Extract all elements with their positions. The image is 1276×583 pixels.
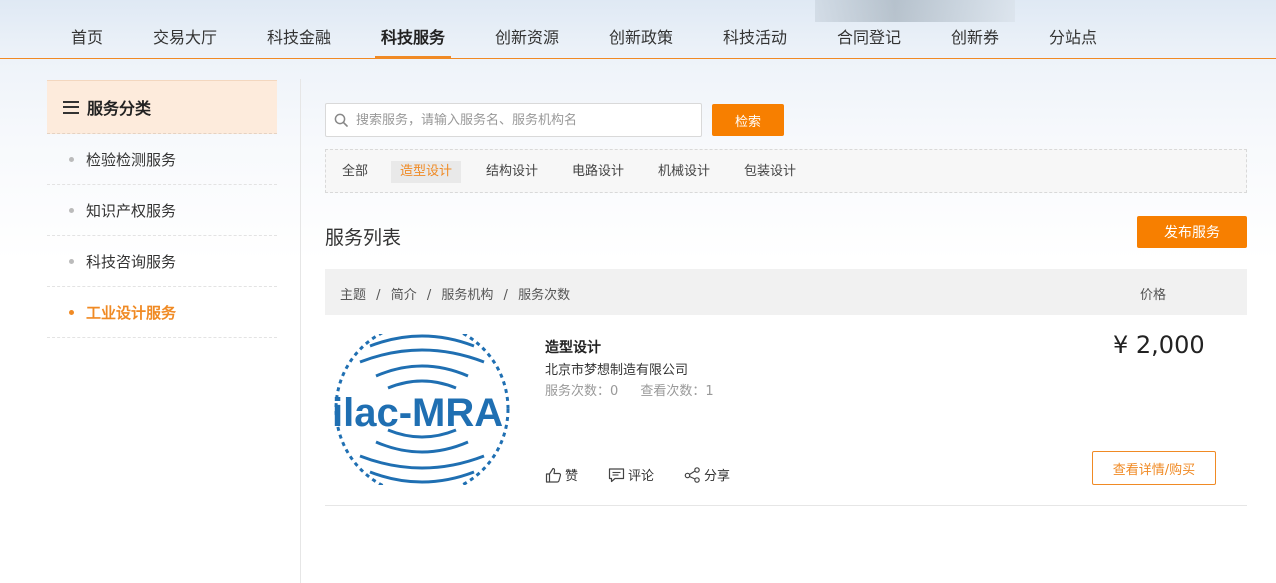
column-separator: / (426, 288, 432, 303)
share-label: 分享 (704, 469, 731, 484)
service-price: ¥ 2,000 (1113, 331, 1205, 359)
thumbs-up-icon (545, 467, 562, 483)
comment-label: 评论 (628, 469, 655, 484)
sidebar: 服务分类 检验检测服务 知识产权服务 科技咨询服务 工业设计服务 (47, 80, 277, 338)
service-count: 服务次数：0 (545, 384, 619, 399)
publish-service-button[interactable]: 发布服务 (1137, 216, 1247, 248)
sidebar-item-label: 知识产权服务 (86, 201, 177, 220)
filter-mechanical-design[interactable]: 机械设计 (649, 161, 719, 183)
column-topic: 主题 (340, 288, 367, 303)
bullet-icon (69, 156, 74, 162)
filter-packaging-design[interactable]: 包装设计 (735, 161, 805, 183)
filter-structure-design[interactable]: 结构设计 (477, 161, 547, 183)
filter-circuit-design[interactable]: 电路设计 (563, 161, 633, 183)
bullet-icon (69, 258, 74, 264)
sidebar-item-label: 检验检测服务 (86, 150, 177, 169)
column-price: 价格 (1140, 288, 1167, 303)
column-divider (300, 79, 301, 583)
sidebar-item-industrial-design[interactable]: 工业设计服务 (47, 287, 277, 338)
main-content: 检索 全部 造型设计 结构设计 电路设计 机械设计 包装设计 服务列表 发布服务… (325, 0, 1247, 583)
menu-icon (63, 100, 79, 114)
sidebar-item-label: 科技咨询服务 (86, 252, 177, 271)
sidebar-item-label: 工业设计服务 (86, 303, 177, 322)
comment-action[interactable]: 评论 (608, 465, 654, 484)
sidebar-header-label: 服务分类 (87, 99, 152, 118)
table-header: 主题 / 简介 / 服务机构 / 服务次数 价格 (325, 269, 1247, 315)
service-list-title: 服务列表 (325, 227, 402, 249)
table-row: ilac-MRA 造型设计 北京市梦想制造有限公司 服务次数：0 查看次数：1 … (325, 315, 1247, 506)
bullet-icon (69, 309, 74, 315)
service-stats: 服务次数：0 查看次数：1 (545, 380, 714, 399)
row-actions: 赞 评论 分享 (545, 465, 760, 484)
sidebar-item-intellectual-property[interactable]: 知识产权服务 (47, 185, 277, 236)
column-separator: / (503, 288, 508, 303)
nav-item-tech-finance[interactable]: 科技金融 (267, 26, 331, 59)
like-action[interactable]: 赞 (545, 465, 578, 484)
filter-all[interactable]: 全部 (333, 161, 377, 183)
sidebar-item-tech-consulting[interactable]: 科技咨询服务 (47, 236, 277, 287)
column-service-count: 服务次数 (518, 288, 571, 303)
share-icon (684, 466, 700, 483)
filter-form-design[interactable]: 造型设计 (391, 161, 462, 183)
table-header-columns: 主题 / 简介 / 服务机构 / 服务次数 (340, 284, 570, 303)
ilac-mra-logo: ilac-MRA (332, 334, 510, 485)
service-provider: 北京市梦想制造有限公司 (545, 363, 689, 378)
bullet-icon (69, 207, 74, 213)
sidebar-header: 服务分类 (47, 80, 277, 134)
nav-item-home[interactable]: 首页 (71, 26, 103, 59)
view-count: 查看次数：1 (640, 384, 714, 399)
search-input[interactable] (356, 112, 686, 128)
search-icon (334, 113, 348, 127)
column-provider: 服务机构 (441, 288, 494, 303)
sidebar-item-inspection-testing[interactable]: 检验检测服务 (47, 134, 277, 185)
share-action[interactable]: 分享 (684, 465, 730, 484)
view-details-buy-button[interactable]: 查看详情/购买 (1092, 451, 1216, 485)
category-filter-bar: 全部 造型设计 结构设计 电路设计 机械设计 包装设计 (325, 149, 1247, 193)
comment-icon (608, 467, 625, 482)
column-summary: 简介 (390, 288, 417, 303)
service-title[interactable]: 造型设计 (545, 337, 601, 357)
search-box (325, 103, 702, 137)
search-button[interactable]: 检索 (712, 104, 784, 136)
nav-item-trading-hall[interactable]: 交易大厅 (153, 26, 217, 59)
logo-text: ilac-MRA (332, 391, 503, 435)
column-separator: / (376, 288, 381, 303)
like-label: 赞 (565, 469, 579, 484)
service-thumbnail[interactable]: ilac-MRA (330, 334, 523, 485)
